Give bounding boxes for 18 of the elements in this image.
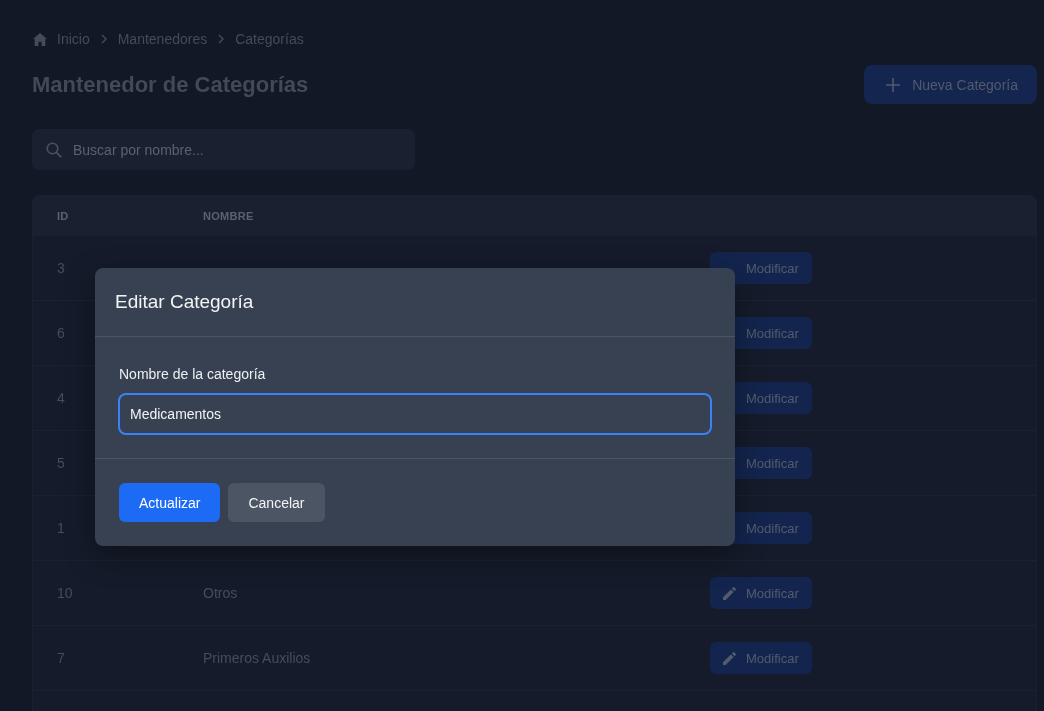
home-icon xyxy=(33,32,47,46)
chevron-right-icon xyxy=(100,34,107,44)
search-field[interactable]: Buscar por nombre... xyxy=(32,129,415,170)
pencil-icon xyxy=(723,586,736,600)
update-button[interactable]: Actualizar xyxy=(119,483,221,522)
plus-icon xyxy=(886,77,901,92)
cancel-button[interactable]: Cancelar xyxy=(228,483,325,522)
column-header: ID xyxy=(57,210,69,222)
field-label: Nombre de la categoría xyxy=(119,365,266,384)
column-header: NOMBRE xyxy=(203,210,254,222)
category-name-input[interactable]: Medicamentos xyxy=(118,393,712,435)
new-category-button[interactable]: Nueva Categoría xyxy=(864,65,1037,104)
modify-button[interactable]: Modificar xyxy=(710,577,812,609)
pencil-icon xyxy=(723,651,736,665)
modify-button[interactable]: Modificar xyxy=(710,642,812,674)
dialog-title: Editar Categoría xyxy=(115,291,254,313)
search-icon xyxy=(46,142,62,158)
chevron-right-icon xyxy=(218,34,225,44)
